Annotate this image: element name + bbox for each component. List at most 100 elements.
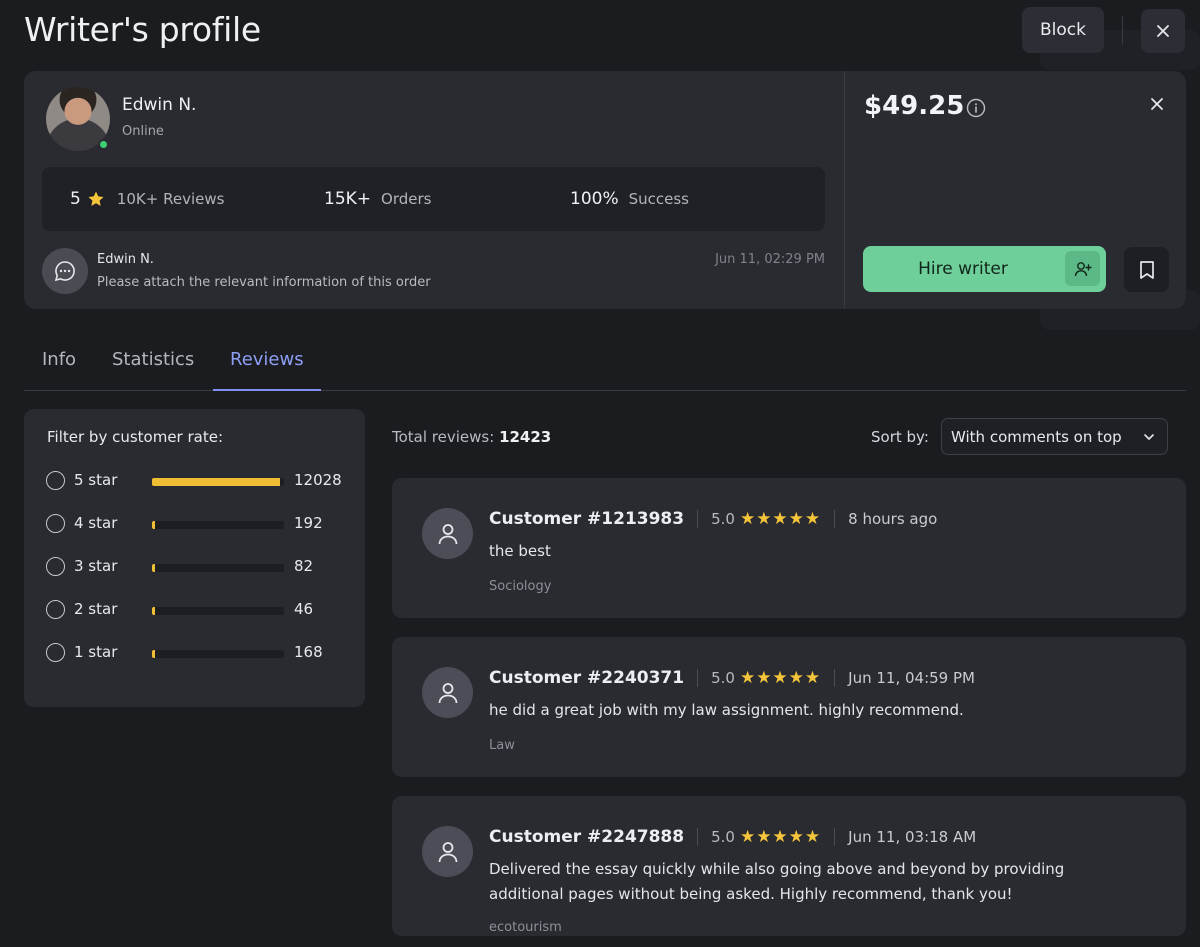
sort-label: Sort by: (871, 428, 929, 446)
writer-stats: 5 10K+ Reviews 15K+ Orders 100% Success (42, 167, 825, 231)
review-text: he did a great job with my law assignmen… (489, 701, 964, 719)
radio-button[interactable] (46, 600, 65, 619)
filter-count: 12028 (294, 471, 342, 489)
radio-button[interactable] (46, 643, 65, 662)
offer-price: $49.25 (864, 91, 965, 121)
review-subject: Law (489, 738, 515, 753)
bookmark-button[interactable] (1124, 247, 1169, 292)
customer-name: Customer #2247888 (489, 827, 685, 847)
close-button[interactable] (1141, 9, 1185, 53)
review-header: Customer #2240371 5.0 ★★★★★ Jun 11, 04:59 P… (489, 667, 975, 689)
info-icon[interactable] (966, 98, 986, 118)
page-title: Writer's profile (24, 10, 261, 49)
success-value: 100% (570, 189, 619, 209)
chat-icon (42, 248, 88, 294)
review-date: Jun 11, 04:59 PM (848, 669, 975, 687)
customer-name: Customer #2240371 (489, 668, 685, 688)
reviews-count: 10K+ Reviews (116, 190, 225, 208)
writer-name: Edwin N. (122, 95, 197, 115)
hire-writer-button[interactable]: Hire writer (863, 246, 1106, 292)
active-tab-indicator (213, 389, 321, 391)
review-subject: ecotourism (489, 920, 562, 935)
radio-button[interactable] (46, 514, 65, 533)
total-reviews: Total reviews: 12423 (392, 428, 551, 446)
filter-label: 5 star (74, 471, 118, 489)
review-card: Customer #2247888 5.0 ★★★★★ Jun 11, 03:18 A… (392, 796, 1186, 936)
review-card: Customer #2240371 5.0 ★★★★★ Jun 11, 04:59 P… (392, 637, 1186, 777)
review-score: 5.0 (711, 510, 735, 528)
rating-bar-fill (152, 521, 155, 529)
divider (834, 828, 836, 846)
review-score: 5.0 (711, 828, 735, 846)
orders-label: Orders (381, 190, 432, 208)
profile-tabs: Info Statistics Reviews (24, 338, 1186, 391)
filter-count: 82 (294, 557, 314, 575)
filter-row[interactable]: 4 star 192 (46, 513, 346, 535)
star-rating: ★★★★★ (739, 827, 822, 847)
filter-count: 168 (294, 643, 323, 661)
message-author: Edwin N. (97, 252, 154, 267)
tab-reviews[interactable]: Reviews (230, 349, 304, 370)
total-reviews-value: 12423 (499, 428, 552, 446)
review-text: Delivered the essay quickly while also g… (489, 860, 1065, 903)
divider (697, 828, 699, 846)
review-subject: Sociology (489, 579, 552, 594)
rating-bar (152, 564, 284, 572)
total-reviews-label: Total reviews: (392, 428, 495, 446)
message-text: Please attach the relevant information o… (97, 275, 431, 290)
filter-row[interactable]: 3 star 82 (46, 556, 346, 578)
divider (697, 669, 699, 687)
bookmark-icon (1139, 260, 1154, 279)
radio-button[interactable] (46, 471, 65, 490)
rating-bar (152, 650, 284, 658)
writer-profile-card: Edwin N. Online 5 10K+ Reviews 15K+ Orde… (24, 71, 1186, 309)
block-button[interactable]: Block (1022, 7, 1104, 53)
review-header: Customer #2247888 5.0 ★★★★★ Jun 11, 03:18 A… (489, 826, 976, 848)
review-score: 5.0 (711, 669, 735, 687)
rating-bar-fill (152, 478, 280, 486)
user-icon (422, 826, 473, 877)
rating-stat: 5 10K+ Reviews (70, 189, 224, 209)
divider (697, 510, 699, 528)
rating-bar (152, 607, 284, 615)
success-stat: 100% Success (570, 189, 689, 209)
review-date: Jun 11, 03:18 AM (848, 828, 977, 846)
rating-value: 5 (70, 189, 81, 209)
sort-value: With comments on top (951, 427, 1122, 446)
message-time: Jun 11, 02:29 PM (715, 252, 825, 267)
rating-bar-fill (152, 607, 155, 615)
radio-button[interactable] (46, 557, 65, 576)
hire-writer-label: Hire writer (918, 259, 1008, 279)
success-label: Success (628, 190, 689, 208)
close-icon[interactable] (1150, 97, 1164, 111)
customer-name: Customer #1213983 (489, 509, 685, 529)
rating-bar (152, 478, 284, 486)
rating-bar-fill (152, 564, 155, 572)
filter-row[interactable]: 1 star 168 (46, 642, 346, 664)
tab-info[interactable]: Info (42, 349, 76, 370)
filter-count: 192 (294, 514, 323, 532)
filter-count: 46 (294, 600, 314, 618)
close-icon (1157, 25, 1169, 37)
review-date: 8 hours ago (848, 510, 938, 528)
filter-label: 1 star (74, 643, 118, 661)
tab-statistics[interactable]: Statistics (112, 349, 194, 370)
filter-title: Filter by customer rate: (47, 428, 224, 446)
online-indicator (98, 139, 109, 150)
rating-bar (152, 521, 284, 529)
filter-label: 4 star (74, 514, 118, 532)
add-user-icon (1065, 251, 1100, 286)
filter-label: 2 star (74, 600, 118, 618)
writer-info: Edwin N. Online 5 10K+ Reviews 15K+ Orde… (24, 71, 844, 309)
filter-row[interactable]: 2 star 46 (46, 599, 346, 621)
offer-panel: $49.25 Hire writer (844, 71, 1186, 309)
sort-dropdown[interactable]: With comments on top (941, 418, 1168, 455)
user-icon (422, 667, 473, 718)
star-rating: ★★★★★ (739, 668, 822, 688)
user-icon (422, 508, 473, 559)
writer-status: Online (122, 124, 164, 139)
star-rating: ★★★★★ (739, 509, 822, 529)
filter-row[interactable]: 5 star 12028 (46, 470, 346, 492)
rating-bar-fill (152, 650, 155, 658)
review-header: Customer #1213983 5.0 ★★★★★ 8 hours ago (489, 508, 937, 530)
